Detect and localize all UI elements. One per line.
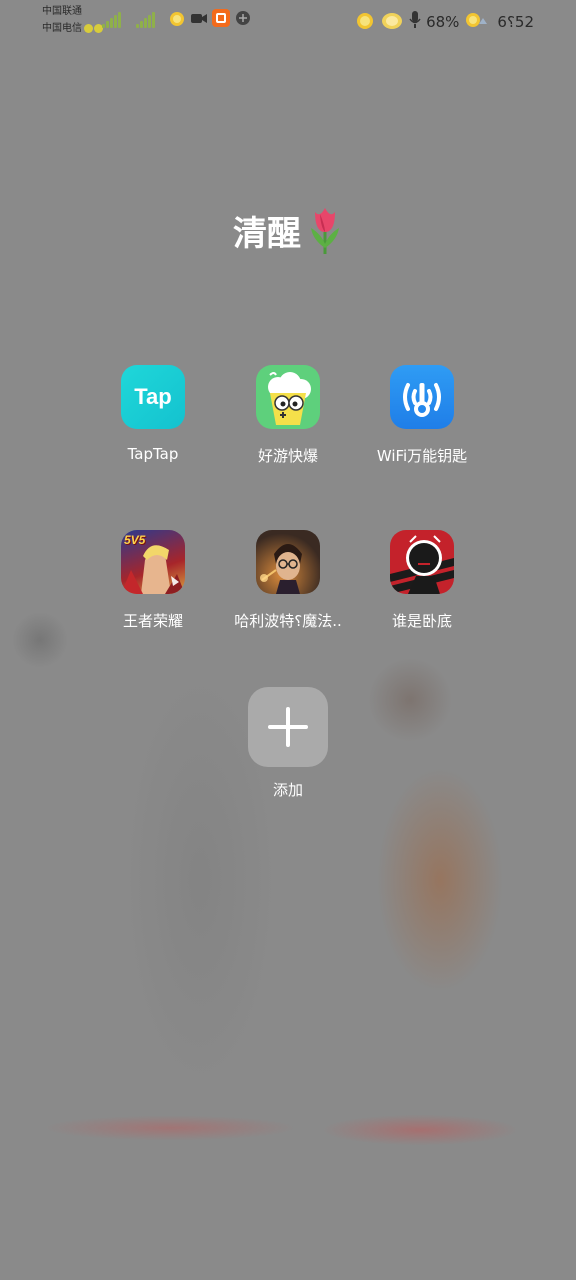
mic-icon [408, 10, 422, 34]
lemon-icon [380, 9, 404, 35]
app-haoyoukuaibao[interactable]: 好游快爆 [221, 365, 355, 466]
plus-icon [268, 707, 308, 747]
app-who-is-spy[interactable]: 谁是卧底 [355, 530, 489, 631]
carrier-info: 中国联通 中国电信 [42, 3, 103, 37]
app-label: 谁是卧底 [391, 612, 452, 630]
signal-strength-icon [102, 10, 130, 28]
app-label: 哈利波特⸮魔法.. [234, 612, 342, 630]
app-harry-potter[interactable]: 哈利波特⸮魔法.. [221, 530, 355, 631]
video-icon [190, 9, 208, 27]
signal-strength-icon [136, 10, 164, 28]
app-icon [234, 9, 252, 27]
lemon-icon [168, 9, 186, 27]
folder-title[interactable]: 清醒 [0, 204, 576, 256]
lemon-icon [84, 24, 103, 33]
taobao-icon [212, 9, 230, 27]
carrier-2-label: 中国电信 [42, 23, 82, 34]
add-app-label: 添加 [272, 781, 303, 799]
app-label: WiFi万能钥匙 [376, 447, 468, 465]
app-honor-of-kings[interactable]: 5V5 王者荣耀 [86, 530, 220, 631]
app-taptap[interactable]: Tap TapTap [86, 365, 220, 463]
app-label: 好游快爆 [257, 447, 318, 465]
wifi-master-key-icon [390, 365, 454, 429]
time-label: 6⸮52 [497, 13, 534, 31]
harry-potter-icon [256, 530, 320, 594]
battery-label: 68% [426, 13, 460, 31]
haoyoukuaibao-icon [256, 365, 320, 429]
blurred-wallpaper [0, 0, 576, 1280]
status-bar: 中国联通 中国电信 68% 6⸮52 [0, 0, 576, 40]
who-is-spy-icon [390, 530, 454, 594]
honor-of-kings-badge: 5V5 [124, 533, 146, 547]
folder-title-text: 清醒 [233, 213, 301, 254]
battery-icon [463, 10, 493, 34]
honor-of-kings-icon: 5V5 [121, 530, 185, 594]
app-label: 王者荣耀 [122, 612, 183, 630]
lemon-icon [354, 9, 376, 35]
app-label: TapTap [127, 445, 179, 463]
notification-icons [168, 9, 252, 27]
system-status: 68% 6⸮52 [354, 9, 534, 35]
app-wifi-master-key[interactable]: WiFi万能钥匙 [355, 365, 489, 466]
carrier-1-label: 中国联通 [42, 6, 82, 17]
add-app-button[interactable] [248, 687, 328, 767]
taptap-icon: Tap [121, 365, 185, 429]
tulip-icon [307, 204, 343, 256]
taptap-icon-text: Tap [134, 384, 172, 409]
